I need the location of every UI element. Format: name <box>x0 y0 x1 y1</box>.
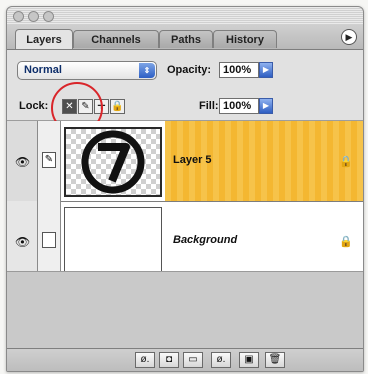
add-mask-icon[interactable]: ◘ <box>159 352 179 368</box>
lock-icon: 🔒 <box>339 236 353 248</box>
fill-arrow-icon[interactable]: ▶ <box>259 98 273 114</box>
empty-layer-area <box>7 271 363 350</box>
eye-icon[interactable]: 👁 <box>15 235 30 249</box>
tab-layers[interactable]: Layers <box>15 29 73 49</box>
layer-row[interactable]: 👁 ✎ Layer 5 🔒 <box>7 121 363 202</box>
window-controls[interactable] <box>13 11 54 22</box>
layer-list: 👁 ✎ Layer 5 🔒 👁 Background 🔒 <box>7 121 363 282</box>
lock-icon: 🔒 <box>339 156 353 168</box>
layer-name[interactable]: Layer 5 <box>173 154 212 166</box>
lock-icon[interactable]: 🔒 <box>110 99 125 114</box>
updown-icon: ⇕ <box>139 63 155 78</box>
lock-transparency-button[interactable]: ✕ <box>62 99 77 114</box>
trash-icon[interactable]: 🗑 <box>265 352 285 368</box>
blend-mode-select[interactable]: Normal ⇕ <box>17 61 157 80</box>
number-seven-logo <box>81 130 145 194</box>
window-titlebar <box>7 7 363 26</box>
blend-mode-value: Normal <box>24 64 62 76</box>
new-group-icon[interactable]: ▭ <box>183 352 203 368</box>
tab-paths[interactable]: Paths <box>159 30 213 48</box>
tab-history[interactable]: History <box>213 30 277 48</box>
tab-channels[interactable]: Channels <box>73 30 159 48</box>
layer-name[interactable]: Background <box>173 234 237 246</box>
brush-icon[interactable]: ✎ <box>78 99 93 114</box>
link-column <box>38 201 61 281</box>
adjustment-layer-icon[interactable]: ø. <box>211 352 231 368</box>
opacity-field[interactable]: 100% <box>219 62 259 78</box>
visibility-column: 👁 <box>7 201 38 281</box>
opacity-arrow-icon[interactable]: ▶ <box>259 62 273 78</box>
empty-link-box[interactable] <box>42 232 56 248</box>
layer-thumbnail[interactable] <box>64 207 162 277</box>
layers-panel: Layers Channels Paths History ▶ Normal ⇕… <box>6 6 364 372</box>
layer-controls: Normal ⇕ Opacity: 100% ▶ Lock: ✕ ✎ ✛ 🔒 F… <box>7 50 363 121</box>
new-layer-icon[interactable]: ▣ <box>239 352 259 368</box>
zoom-dot[interactable] <box>43 11 54 22</box>
lock-label: Lock: <box>19 100 49 112</box>
link-column: ✎ <box>38 121 61 201</box>
layer-thumbnail[interactable] <box>64 127 162 197</box>
minimize-dot[interactable] <box>28 11 39 22</box>
panel-tabs: Layers Channels Paths History ▶ <box>7 25 363 50</box>
move-icon[interactable]: ✛ <box>94 99 109 114</box>
layer-row[interactable]: 👁 Background 🔒 <box>7 201 363 282</box>
visibility-column: 👁 <box>7 121 38 201</box>
panel-footer: ø. ◘ ▭ ø. ▣ 🗑 <box>7 348 363 371</box>
brush-icon[interactable]: ✎ <box>42 152 56 168</box>
eye-icon[interactable]: 👁 <box>15 155 30 169</box>
close-dot[interactable] <box>13 11 24 22</box>
fill-field[interactable]: 100% <box>219 98 259 114</box>
add-style-icon[interactable]: ø. <box>135 352 155 368</box>
panel-menu-icon[interactable]: ▶ <box>341 29 357 45</box>
fill-label: Fill: <box>199 100 219 112</box>
opacity-label: Opacity: <box>167 64 212 76</box>
